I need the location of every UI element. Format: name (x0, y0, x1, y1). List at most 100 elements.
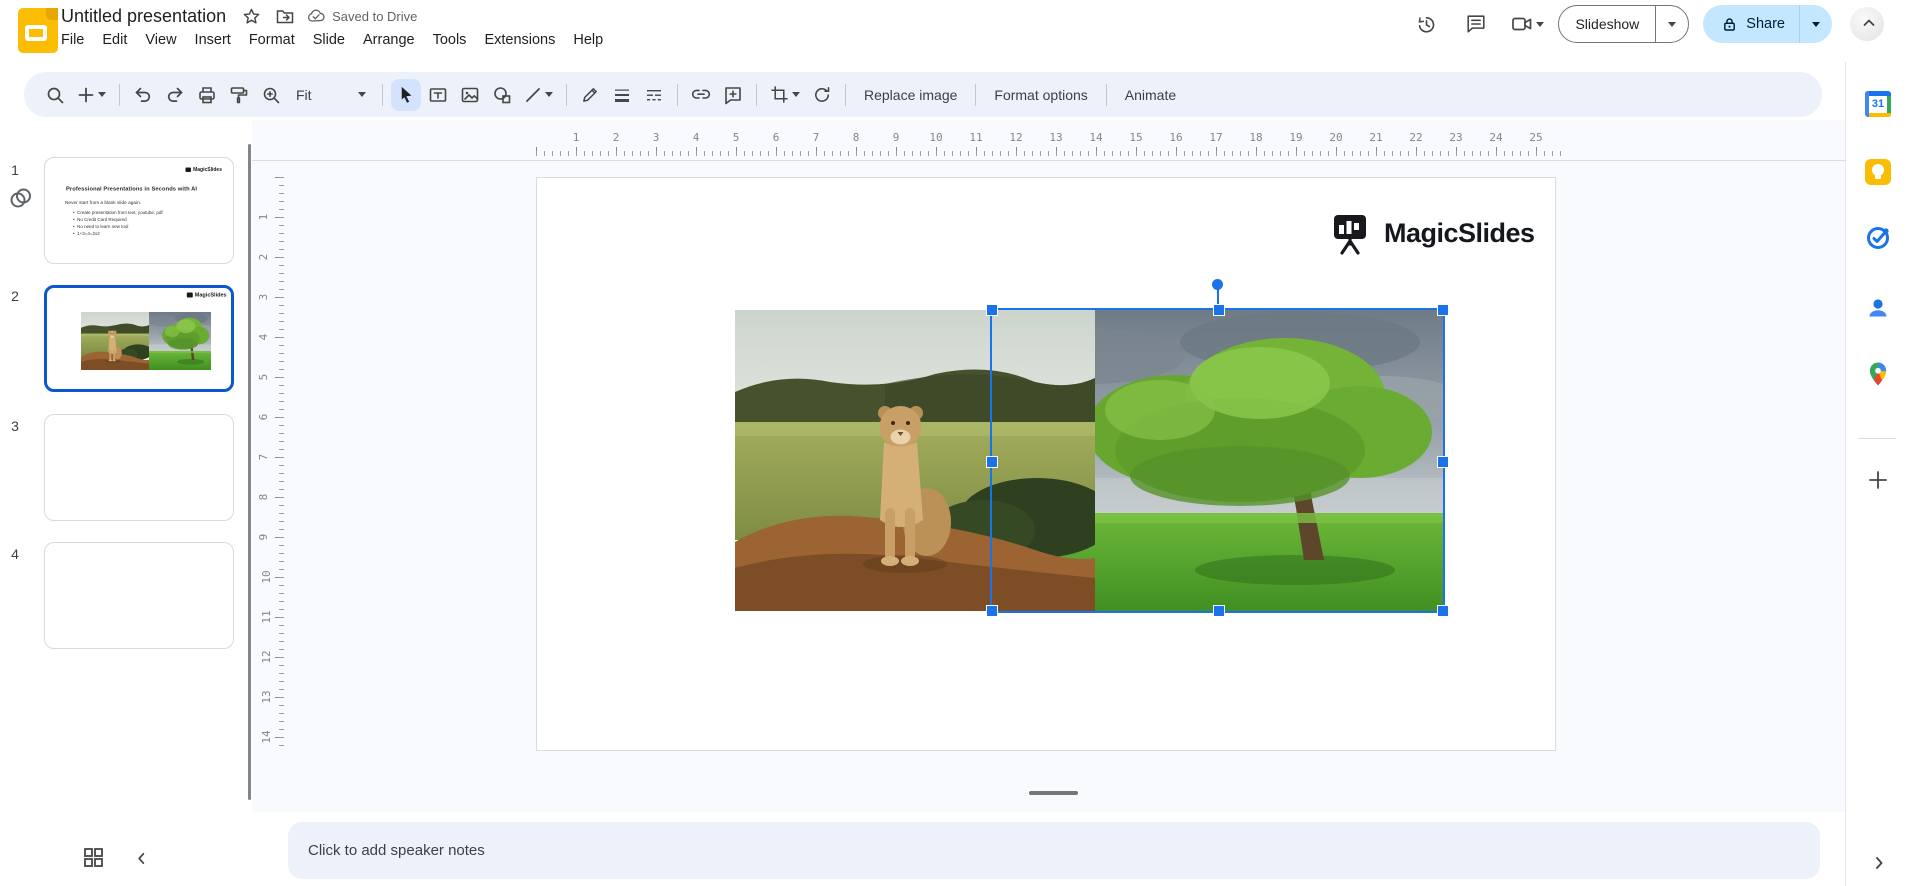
filmstrip-scrollbar[interactable] (248, 144, 251, 800)
resize-handle-n[interactable] (1213, 304, 1225, 316)
resize-handle-nw[interactable] (986, 304, 998, 316)
grid-view-button[interactable] (78, 842, 108, 872)
resize-handle-e[interactable] (1437, 456, 1449, 468)
reset-image-button[interactable] (807, 79, 837, 111)
google-tasks-button[interactable] (1858, 218, 1898, 258)
format-options-button[interactable]: Format options (984, 79, 1097, 111)
horizontal-ruler: 1 2 3 4 5 6 7 8 9 10 11 12 13 14 15 16 17 18 19 20 21 22 23 24 2… (536, 131, 1576, 145)
insert-link-button[interactable] (686, 79, 716, 111)
image-selection-box[interactable] (986, 279, 1449, 617)
h-ruler-number: 15 (1129, 131, 1143, 144)
google-keep-button[interactable] (1858, 152, 1898, 192)
v-ruler-number: 14 (260, 730, 274, 744)
move-to-folder-icon[interactable] (272, 3, 298, 29)
notes-resize-handle[interactable] (1029, 791, 1078, 795)
print-button[interactable] (192, 79, 222, 111)
select-tool-button[interactable] (391, 78, 421, 111)
menu-item-view[interactable]: View (136, 29, 185, 51)
collapse-filmstrip-button[interactable] (128, 845, 154, 871)
thumb1-brand: MagicSlides (185, 167, 222, 173)
star-icon[interactable] (238, 3, 264, 29)
share-options-button[interactable] (1799, 5, 1832, 43)
slideshow-button[interactable]: Slideshow (1559, 6, 1655, 42)
save-status[interactable]: Saved to Drive (306, 6, 417, 26)
border-weight-button[interactable] (607, 79, 637, 111)
get-add-ons-button[interactable] (1858, 460, 1898, 500)
slide-thumbnail-4[interactable] (44, 542, 234, 649)
comments-button[interactable] (1456, 4, 1496, 44)
menu-item-tools[interactable]: Tools (424, 29, 476, 51)
replace-image-button[interactable]: Replace image (854, 79, 967, 111)
text-box-icon (429, 87, 447, 102)
resize-handle-s[interactable] (1213, 605, 1225, 617)
v-ruler-number: 8 (256, 493, 270, 501)
h-ruler-number: 18 (1249, 131, 1263, 144)
undo-button[interactable] (128, 79, 158, 111)
menu-item-slide[interactable]: Slide (304, 29, 354, 51)
document-title[interactable]: Untitled presentation (57, 5, 230, 28)
toolbar-divider (119, 83, 120, 106)
overlapping-rings-icon (8, 186, 34, 215)
insert-shape-button[interactable] (487, 79, 517, 111)
menu-item-format[interactable]: Format (240, 29, 304, 51)
vertical-ruler: 1 2 3 4 5 6 7 8 9 10 11 12 13 14 (256, 177, 276, 757)
hide-side-panel-button[interactable] (1866, 850, 1892, 876)
redo-button[interactable] (160, 79, 190, 111)
google-maps-button[interactable] (1858, 354, 1898, 394)
thumb1-bullets: Create presentation from text, youtube, … (73, 210, 163, 238)
slide-thumbnail-1[interactable]: MagicSlides Professional Presentations i… (44, 157, 234, 264)
google-calendar-button[interactable]: 31 (1858, 84, 1898, 124)
v-ruler-number: 5 (256, 373, 270, 381)
animate-button[interactable]: Animate (1115, 79, 1186, 111)
magicslides-logo[interactable]: MagicSlides (1330, 211, 1535, 255)
line-caret-icon (545, 92, 553, 97)
crop-image-button[interactable] (765, 79, 805, 111)
h-ruler-number: 4 (692, 131, 700, 144)
paint-format-button[interactable] (224, 79, 254, 111)
search-menus-button[interactable] (40, 79, 70, 111)
resize-handle-sw[interactable] (986, 605, 998, 617)
menu-item-file[interactable]: File (52, 29, 93, 51)
speaker-notes-input[interactable]: Click to add speaker notes (288, 822, 1820, 879)
google-tasks-icon (1867, 227, 1889, 249)
insert-line-button[interactable] (519, 79, 558, 111)
video-camera-icon (1512, 17, 1532, 31)
rotation-handle[interactable] (1212, 279, 1223, 290)
share-button[interactable]: Share (1703, 5, 1799, 43)
add-comment-button[interactable] (718, 79, 748, 111)
resize-handle-ne[interactable] (1437, 304, 1449, 316)
google-contacts-button[interactable] (1858, 288, 1898, 328)
menu-item-insert[interactable]: Insert (186, 29, 240, 51)
resize-handle-se[interactable] (1437, 605, 1449, 617)
menu-item-extensions[interactable]: Extensions (475, 29, 564, 51)
menu-item-help[interactable]: Help (564, 29, 612, 51)
slide-thumbnail-2[interactable]: MagicSlides (44, 285, 234, 392)
h-ruler-number: 20 (1329, 131, 1343, 144)
slideshow-options-button[interactable] (1655, 6, 1688, 42)
text-box-button[interactable] (423, 79, 453, 111)
border-color-button[interactable] (575, 79, 605, 111)
v-ruler-number: 3 (256, 293, 270, 301)
hide-menus-button[interactable] (1856, 10, 1882, 36)
slide-number-1: 1 (11, 162, 19, 178)
h-ruler-number: 16 (1169, 131, 1183, 144)
new-slide-button[interactable] (72, 79, 111, 111)
h-ruler-number: 21 (1369, 131, 1383, 144)
h-ruler-number: 1 (572, 131, 580, 144)
menu-item-arrange[interactable]: Arrange (354, 29, 424, 51)
toolbar-divider (677, 83, 678, 106)
menu-item-edit[interactable]: Edit (93, 29, 136, 51)
zoom-button[interactable] (256, 79, 286, 111)
thumb-brand-icon (187, 292, 194, 298)
shape-icon (494, 86, 511, 103)
insert-image-button[interactable] (455, 79, 485, 111)
history-clock-icon (1418, 16, 1435, 33)
border-dash-button[interactable] (639, 79, 669, 111)
slide-thumbnail-3[interactable] (44, 414, 234, 521)
zoom-fit-select[interactable]: Fit (288, 79, 374, 111)
join-call-button[interactable] (1506, 12, 1548, 36)
resize-handle-w[interactable] (986, 456, 998, 468)
version-history-button[interactable] (1406, 4, 1446, 44)
h-ruler-number: 2 (612, 131, 620, 144)
h-ruler-number: 8 (852, 131, 860, 144)
